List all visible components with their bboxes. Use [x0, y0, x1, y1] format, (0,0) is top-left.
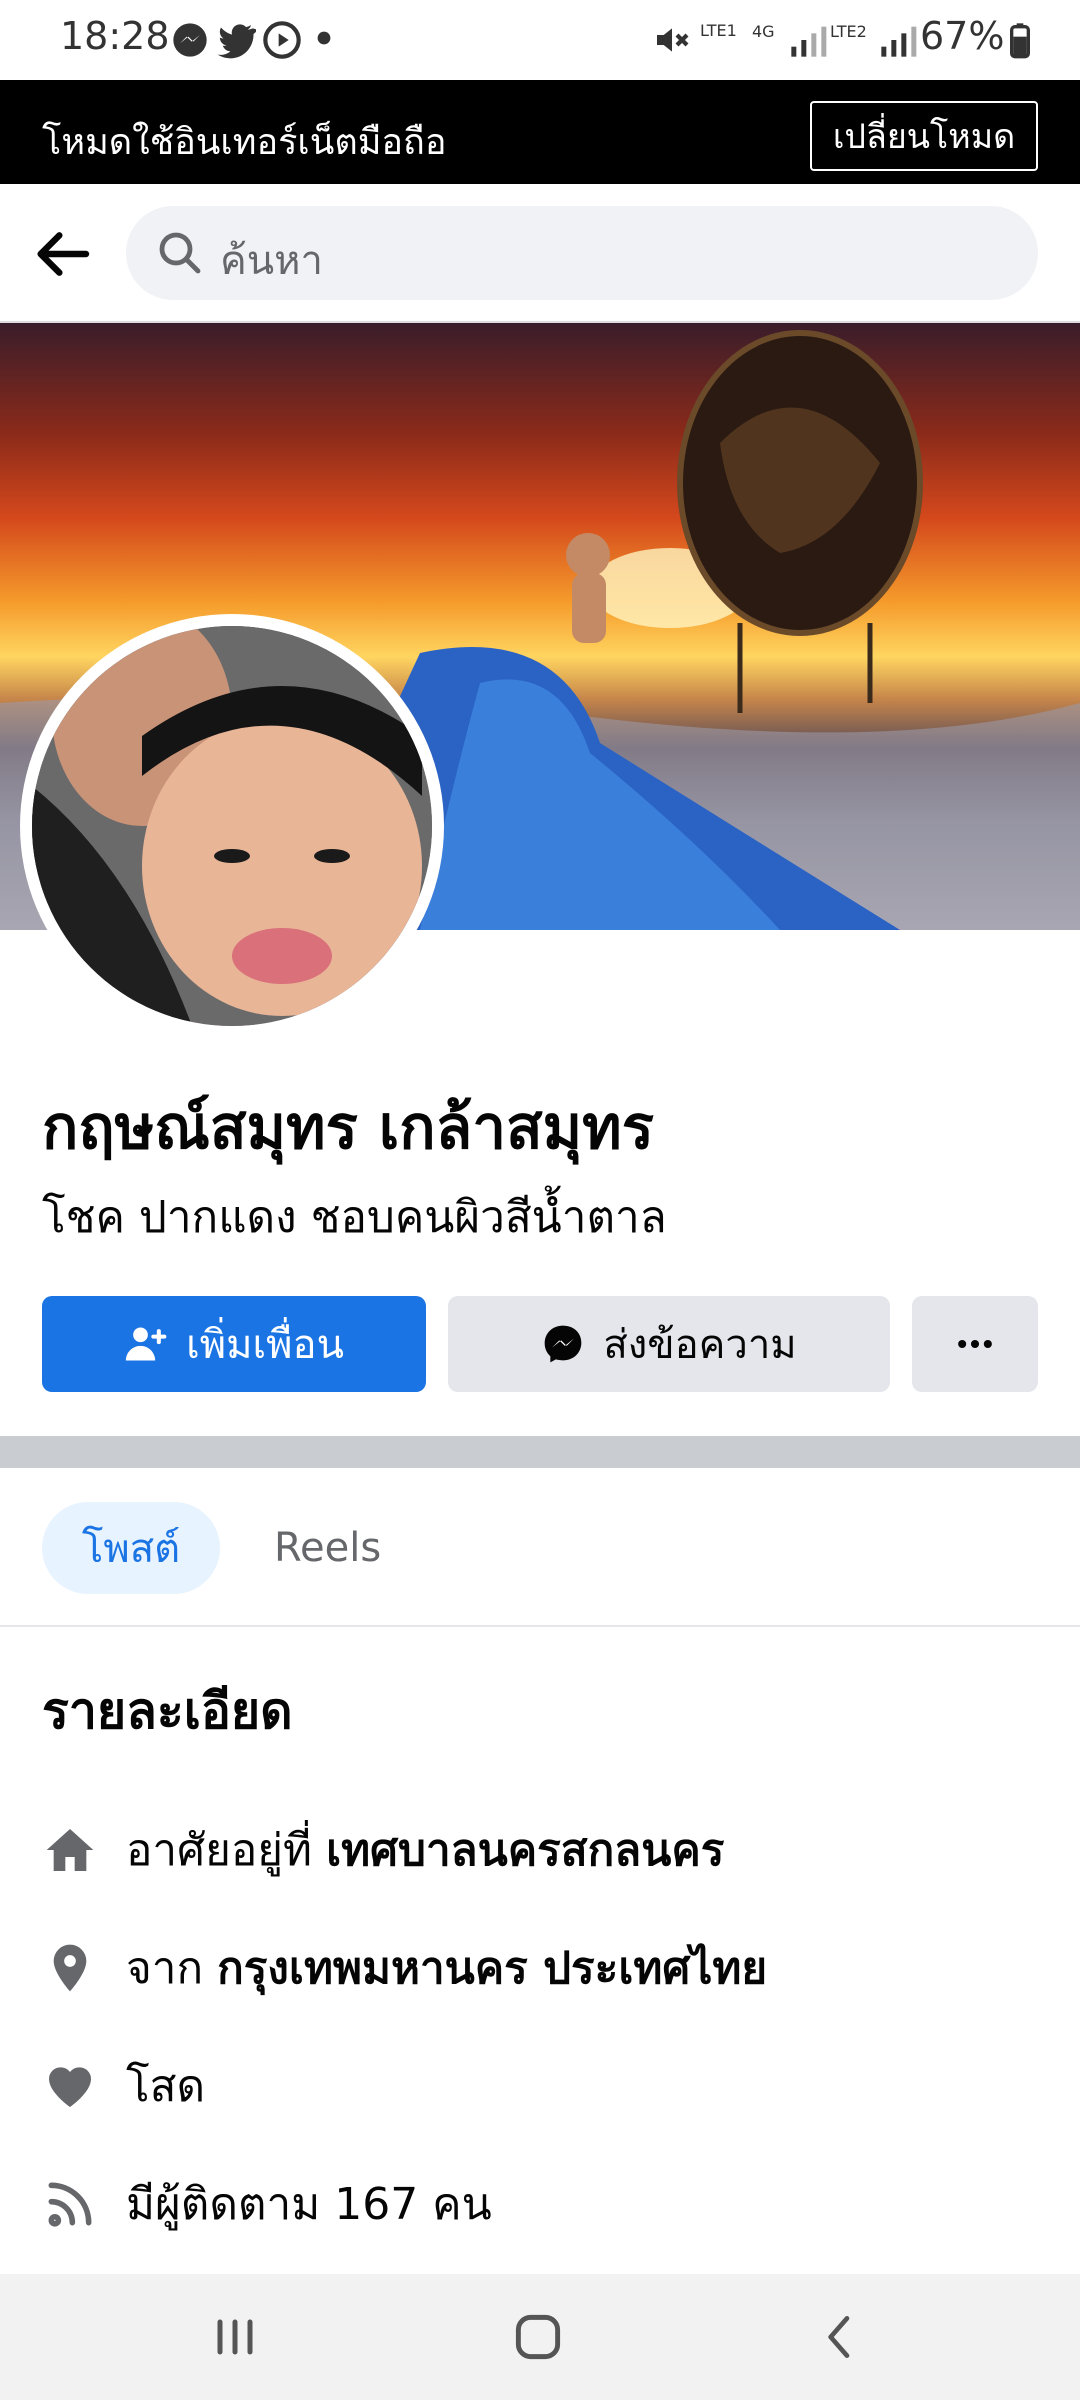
add-friend-button[interactable]: เพิ่มเพื่อน [42, 1296, 426, 1392]
sim2-label: LTE2 [830, 22, 867, 41]
detail-followers[interactable]: มีผู้ติดตาม 167 คน [42, 2164, 492, 2244]
status-bar: 18:28 LTE1 4G LTE2 67% [0, 0, 1080, 80]
from-prefix: จาก [126, 1943, 204, 1994]
back-arrow-icon[interactable] [30, 222, 94, 286]
detail-from: จาก กรุงเทพมหานคร ประเทศไทย [42, 1928, 767, 2008]
signal-2-icon [881, 26, 917, 57]
messenger-notification-icon [173, 23, 207, 57]
play-notification-icon [263, 21, 301, 59]
lives-prefix: อาศัยอยู่ที่ [126, 1825, 313, 1876]
profile-avatar[interactable] [32, 626, 432, 1026]
data-mode-banner: โหมดใช้อินเทอร์เน็ตมือถือ เปลี่ยนโหมด [0, 80, 1080, 184]
sim1-label: LTE1 [700, 21, 737, 40]
search-input[interactable]: ค้นหา [126, 206, 1038, 300]
tabs-divider [0, 1625, 1080, 1627]
banner-text: โหมดใช้อินเทอร์เน็ตมือถือ [42, 122, 447, 163]
system-nav-bar [0, 2274, 1080, 2400]
add-friend-icon [125, 1327, 167, 1361]
avatar-illustration [32, 626, 432, 1026]
message-label: ส่งข้อความ [603, 1322, 797, 1368]
from-value[interactable]: กรุงเทพมหานคร ประเทศไทย [217, 1943, 767, 1994]
messenger-icon [544, 1325, 582, 1363]
twitter-notification-icon [217, 24, 256, 59]
lives-value[interactable]: เทศบาลนครสกลนคร [326, 1825, 724, 1876]
network-label: 4G [752, 22, 775, 41]
add-friend-label: เพิ่มเพื่อน [186, 1322, 344, 1368]
relationship-status: โสด [126, 2061, 206, 2112]
signal-1-icon [791, 26, 827, 57]
back-button-icon[interactable] [812, 2310, 868, 2364]
more-dots-icon [958, 1339, 992, 1349]
detail-relationship: โสด [42, 2046, 205, 2126]
dot-icon [317, 31, 331, 45]
tab-posts[interactable]: โพสต์ [42, 1502, 220, 1594]
profile-name: กฤษณ์สมุทร เกล้าสมุทร [42, 1093, 654, 1163]
switch-mode-button[interactable]: เปลี่ยนโหมด [810, 101, 1038, 171]
tab-reels[interactable]: Reels [274, 1502, 381, 1594]
search-icon [159, 232, 201, 274]
details-title: รายละเอียด [42, 1682, 293, 1740]
location-pin-icon [53, 1944, 87, 1992]
home-button-icon[interactable] [508, 2310, 568, 2364]
more-options-button[interactable] [912, 1296, 1038, 1392]
home-icon [46, 1829, 94, 1871]
status-time: 18:28 [60, 14, 170, 58]
rss-followers-icon [48, 2182, 92, 2227]
search-header: ค้นหา [0, 184, 1080, 323]
battery-percent: 67% [920, 14, 1005, 58]
section-divider [0, 1436, 1080, 1468]
profile-bio: โชค ปากแดง ชอบคนผิวสีน้ำตาล [42, 1192, 667, 1243]
battery-icon [1010, 23, 1030, 59]
recent-apps-icon[interactable] [205, 2312, 265, 2362]
search-placeholder: ค้นหา [220, 238, 323, 284]
mute-icon [657, 28, 689, 52]
message-button[interactable]: ส่งข้อความ [448, 1296, 890, 1392]
heart-icon [49, 2067, 91, 2107]
followers-count: มีผู้ติดตาม 167 คน [126, 2179, 492, 2230]
detail-lives-in: อาศัยอยู่ที่ เทศบาลนครสกลนคร [42, 1810, 724, 1890]
